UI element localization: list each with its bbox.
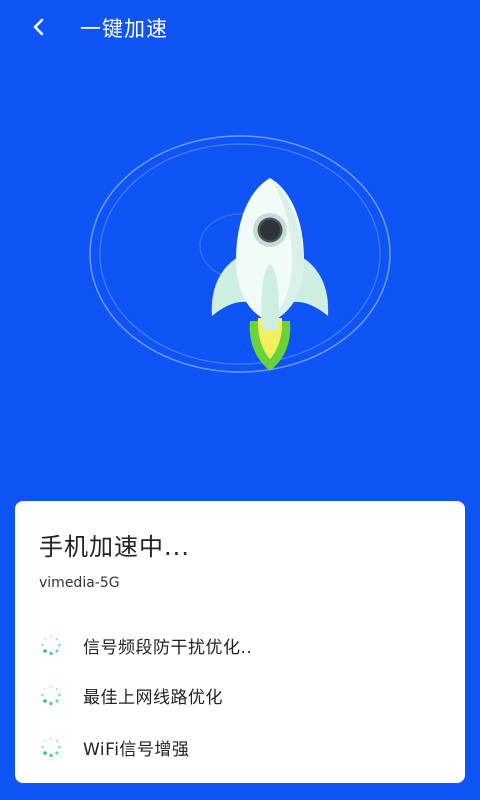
task-item-best-route: 最佳上网线路优化	[39, 669, 449, 721]
acceleration-card: 手机加速中... vimedia-5G 信号频段防干扰优化.. 最佳上网线路优化…	[15, 501, 465, 783]
back-button[interactable]	[22, 10, 56, 44]
top-bar: 一键加速	[0, 0, 480, 56]
boost-animation	[0, 56, 480, 496]
loading-spinner-icon	[41, 685, 61, 706]
task-label: 最佳上网线路优化	[83, 687, 223, 708]
task-label: 信号频段防干扰优化..	[83, 637, 253, 658]
rocket-illustration	[89, 135, 391, 373]
optimization-task-list: 信号频段防干扰优化.. 最佳上网线路优化 WiFi信号增强	[39, 621, 449, 773]
acceleration-status-title: 手机加速中...	[39, 533, 190, 561]
task-item-wifi-boost: WiFi信号增强	[39, 721, 449, 773]
task-label: WiFi信号增强	[83, 739, 190, 760]
task-item-signal-band: 信号频段防干扰优化..	[39, 621, 449, 669]
network-name: vimedia-5G	[39, 575, 120, 591]
page-title: 一键加速	[80, 17, 168, 41]
back-arrow-icon	[33, 18, 44, 36]
loading-spinner-icon	[41, 737, 61, 758]
loading-spinner-icon	[41, 635, 61, 656]
